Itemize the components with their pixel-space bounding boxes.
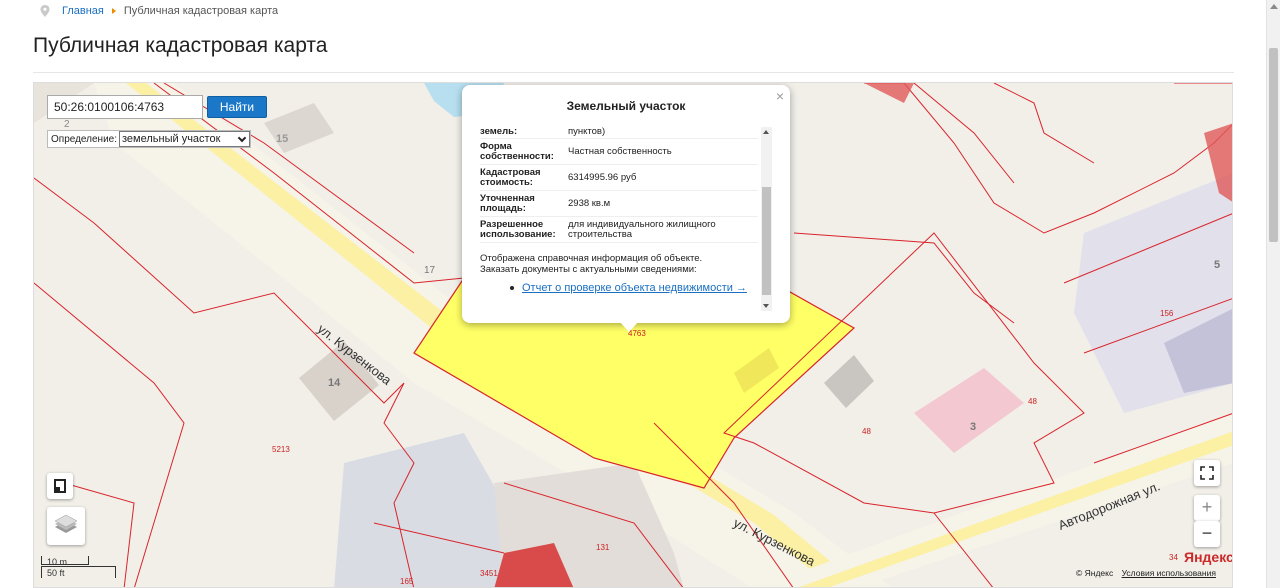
info-key: Форма собственности: [480, 141, 554, 162]
map-label-5: 5 [1214, 259, 1221, 271]
map-label-48a: 48 [862, 427, 871, 436]
fullscreen-button[interactable] [1194, 460, 1220, 486]
popup-body[interactable]: земель: пунктов) Форма собственности: Ча… [480, 125, 758, 311]
breadcrumb-current: Публичная кадастровая карта [123, 5, 279, 17]
info-row: Кадастровая стоимость: 6314995.96 руб [480, 165, 758, 191]
definition-select[interactable]: земельный участок [119, 131, 251, 147]
search-button[interactable]: Найти [207, 96, 267, 118]
popup-title: Земельный участок [566, 99, 686, 113]
map-attribution: © Яндекс Условия использования [1076, 568, 1216, 578]
popup-scrollbar[interactable] [761, 127, 772, 311]
cadastral-map[interactable]: 2 15 17 14 5213 4763 48 48 3 156 5 131 3… [33, 82, 1233, 588]
cadastral-search-input[interactable] [47, 95, 203, 119]
bullet-icon [510, 286, 514, 291]
map-label-131: 131 [596, 543, 610, 552]
map-label-14: 14 [328, 377, 341, 389]
page-scroll-thumb[interactable] [1269, 48, 1278, 242]
title-divider [33, 72, 1234, 73]
info-value: пунктов) [568, 125, 606, 137]
report-link-row: Отчет о проверке объекта недвижимости → [480, 282, 758, 294]
yandex-logo: Яндекс [1184, 549, 1233, 565]
terms-link[interactable]: Условия использования [1122, 568, 1216, 578]
popup-scroll-thumb[interactable] [762, 187, 771, 295]
info-key: Разрешенное использование: [480, 219, 556, 240]
map-label-48b: 48 [1028, 397, 1037, 406]
scale-feet-label: 50 ft [47, 568, 65, 578]
ruler-icon [54, 479, 66, 493]
info-row: Форма собственности: Частная собственнос… [480, 139, 758, 165]
page-title: Публичная кадастровая карта [33, 34, 328, 57]
info-value: 2938 кв.м [568, 197, 611, 209]
breadcrumb-separator-icon [111, 8, 116, 14]
zoom-in-button[interactable]: + [1194, 495, 1220, 521]
popup-note: Отображена справочная информация об объе… [480, 253, 758, 275]
info-value: 6314995.96 руб [568, 171, 637, 183]
info-key: земель: [480, 126, 518, 137]
map-label-156: 156 [1160, 309, 1174, 318]
parcel-info-popup: × Земельный участок земель: пунктов) Фор… [462, 85, 790, 332]
breadcrumb-home-link[interactable]: Главная [62, 5, 104, 17]
definition-select-value: земельный участок [122, 133, 221, 145]
info-row: земель: пунктов) [480, 125, 758, 139]
breadcrumb: Главная Публичная кадастровая карта [40, 4, 278, 18]
popup-note-line1: Отображена справочная информация об объе… [480, 253, 703, 264]
scroll-up-arrow-icon[interactable] [1270, 4, 1278, 9]
map-label-3: 3 [970, 421, 977, 433]
page: Главная Публичная кадастровая карта Публ… [0, 0, 1280, 588]
ruler-button[interactable] [47, 473, 73, 499]
info-row: Разрешенное использование: для индивидуа… [480, 217, 758, 243]
location-pin-icon [40, 5, 50, 17]
info-key: Кадастровая стоимость: [480, 167, 541, 188]
map-label-34: 34 [1169, 553, 1178, 562]
copyright-text: © Яндекс [1076, 568, 1114, 578]
info-value: для индивидуального жилищного строительс… [568, 218, 716, 240]
property-report-link[interactable]: Отчет о проверке объекта недвижимости → [522, 282, 747, 294]
info-key: Уточненная площадь: [480, 193, 535, 214]
popup-note-line2: Заказать документы с актуальными сведени… [480, 264, 697, 275]
map-label-3451: 3451 [480, 569, 498, 578]
scale-bar: 10 m 50 ft [41, 554, 116, 580]
chevron-down-icon [237, 133, 247, 143]
fullscreen-icon [1200, 466, 1214, 480]
info-value: Частная собственность [568, 145, 672, 157]
info-row: Уточненная площадь: 2938 кв.м [480, 191, 758, 217]
definition-row: Определение: земельный участок [47, 130, 252, 148]
map-label-5213: 5213 [272, 445, 290, 454]
page-scrollbar[interactable] [1266, 0, 1280, 588]
scroll-up-arrow-icon[interactable] [763, 130, 769, 134]
scroll-down-arrow-icon[interactable] [763, 304, 769, 308]
map-label-17: 17 [424, 265, 436, 276]
map-label-2: 2 [64, 119, 70, 130]
map-label-165: 165 [400, 577, 414, 586]
layers-button[interactable] [47, 507, 85, 545]
map-label-15: 15 [276, 133, 289, 145]
zoom-out-button[interactable]: − [1194, 521, 1220, 547]
layers-icon [54, 514, 78, 533]
definition-label: Определение: [51, 133, 118, 145]
